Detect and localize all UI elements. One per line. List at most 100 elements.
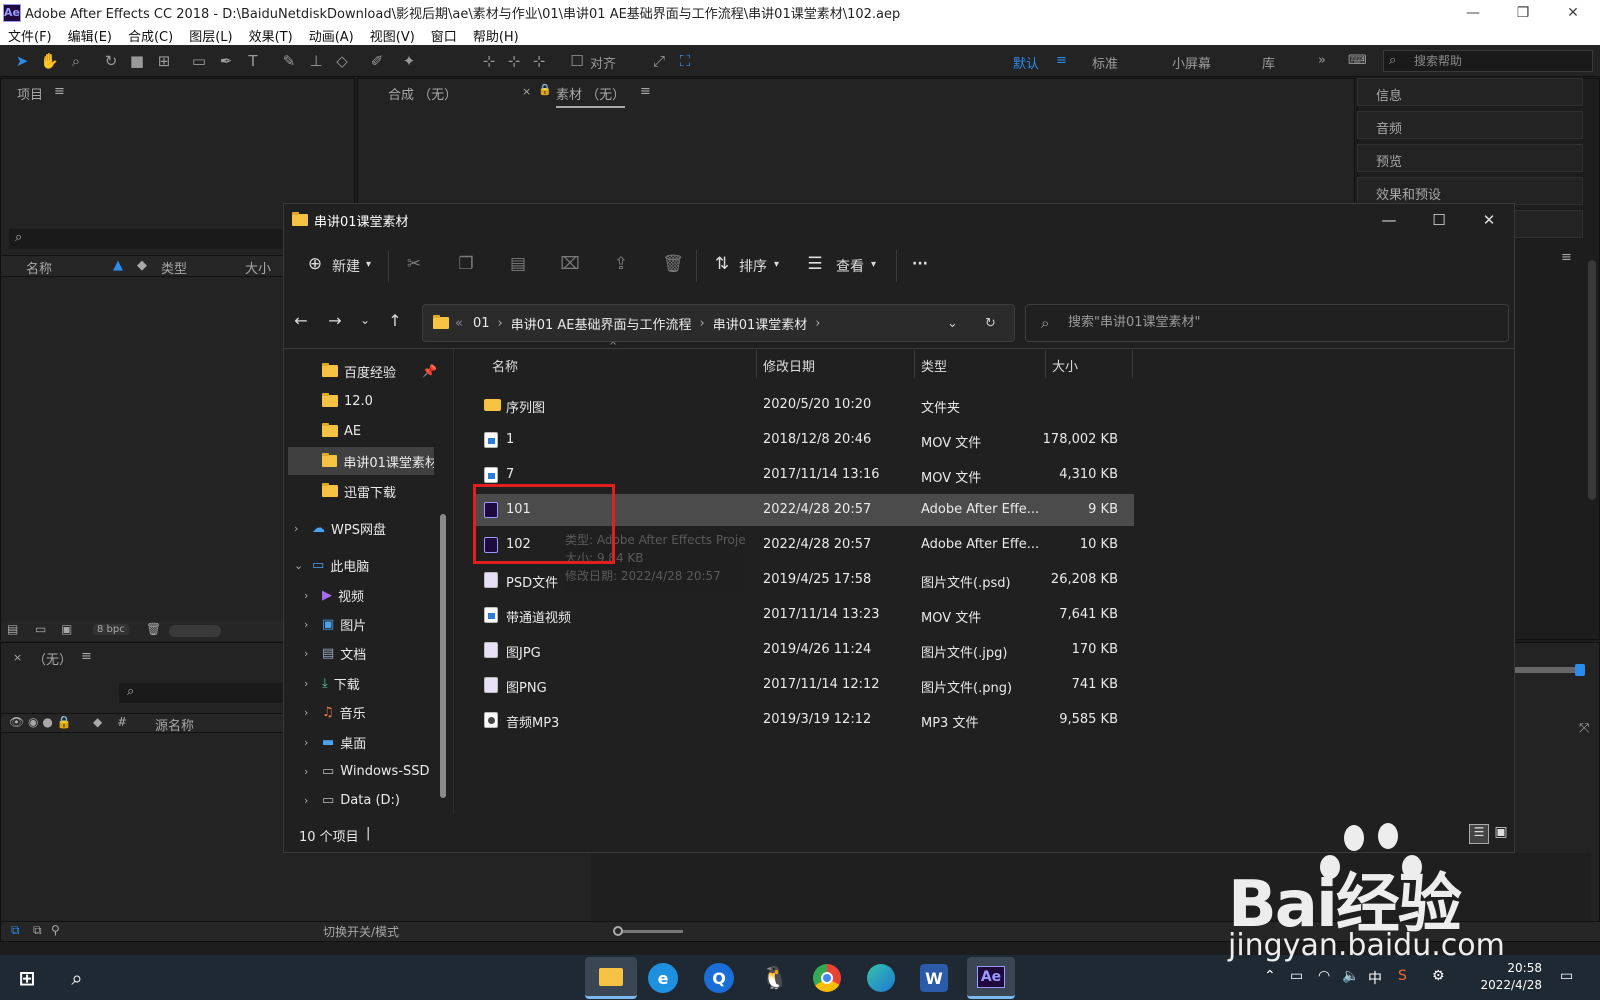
delete-icon[interactable]: 🗑 bbox=[662, 254, 684, 276]
col-separator[interactable] bbox=[1045, 350, 1046, 378]
up-arrow-icon[interactable]: ↑ bbox=[384, 311, 406, 333]
timeline-zoom-slider[interactable] bbox=[1513, 667, 1579, 673]
qq-icon[interactable]: 🐧 bbox=[758, 961, 792, 995]
paste-icon[interactable]: ▤ bbox=[507, 254, 529, 276]
roto-brush-tool-icon[interactable]: ✐ bbox=[368, 52, 386, 70]
browser-e-icon[interactable]: e bbox=[648, 963, 678, 993]
nav-item-ae[interactable]: AE bbox=[284, 417, 444, 445]
view-button[interactable]: 查看 bbox=[836, 256, 864, 276]
settings-gear-icon[interactable]: ⚙ bbox=[1432, 968, 1445, 984]
panel-preview[interactable]: 预览 bbox=[1357, 144, 1583, 172]
col-separator[interactable] bbox=[914, 350, 915, 378]
camera-tool-icon[interactable]: ■ bbox=[128, 52, 146, 70]
app-q-icon[interactable]: Q bbox=[704, 963, 734, 993]
menu-view[interactable]: 视图(V) bbox=[362, 26, 423, 45]
col-separator[interactable] bbox=[756, 350, 757, 378]
pane-divider[interactable] bbox=[453, 349, 454, 814]
more-workspaces-icon[interactable]: » bbox=[1318, 53, 1326, 68]
workspace-standard[interactable]: 标准 bbox=[1092, 53, 1118, 72]
restore-button[interactable]: ❐ bbox=[1498, 0, 1548, 25]
menu-animation[interactable]: 动画(A) bbox=[301, 26, 362, 45]
nav-item-this-pc[interactable]: ⌄ ▭ 此电脑 bbox=[284, 551, 444, 579]
file-explorer-taskbar-icon[interactable] bbox=[585, 957, 637, 999]
wifi-icon[interactable]: ◠ bbox=[1318, 968, 1330, 984]
axis-view-icon[interactable]: ⊹ bbox=[530, 52, 548, 70]
breadcrumb-overflow-icon[interactable]: « bbox=[455, 316, 463, 331]
col-header-name[interactable]: 名称 bbox=[492, 356, 518, 375]
nav-item-downloads[interactable]: › ⤓ 下载 bbox=[284, 669, 444, 697]
chrome-icon[interactable] bbox=[813, 964, 841, 992]
workspace-default[interactable]: 默认 bbox=[1013, 53, 1039, 72]
explorer-maximize-button[interactable]: ☐ bbox=[1414, 204, 1464, 236]
breadcrumb-item[interactable]: 01 bbox=[473, 316, 490, 331]
trash-icon[interactable]: 🗑 bbox=[146, 622, 161, 636]
nav-scrollbar[interactable] bbox=[440, 514, 446, 798]
snap-checkbox[interactable]: ☐ bbox=[568, 52, 586, 70]
taskbar-search-icon[interactable]: ⌕ bbox=[60, 961, 94, 995]
puppet-tool-icon[interactable]: ✦ bbox=[400, 52, 418, 70]
after-effects-taskbar-icon[interactable]: Ae bbox=[967, 957, 1015, 999]
menu-effect[interactable]: 效果(T) bbox=[241, 26, 301, 45]
minimize-button[interactable]: — bbox=[1448, 0, 1498, 25]
clone-stamp-tool-icon[interactable]: ⊥ bbox=[307, 52, 325, 70]
workspace-small-screen[interactable]: 小屏幕 bbox=[1172, 53, 1211, 72]
axis-world-icon[interactable]: ⊹ bbox=[505, 52, 523, 70]
project-search-input[interactable] bbox=[9, 229, 289, 249]
nav-item-pictures[interactable]: › ▣ 图片 bbox=[284, 610, 444, 638]
file-row[interactable]: 音频MP3 2019/3/19 12:12 MP3 文件 9,585 KB bbox=[476, 704, 1134, 736]
menu-edit[interactable]: 编辑(E) bbox=[60, 26, 120, 45]
menu-file[interactable]: 文件(F) bbox=[0, 26, 60, 45]
file-row[interactable]: 图PNG 2017/11/14 12:12 图片文件(.png) 741 KB bbox=[476, 669, 1134, 701]
rotate-tool-icon[interactable]: ↻ bbox=[102, 52, 120, 70]
selection-tool-icon[interactable]: ➤ bbox=[13, 52, 31, 70]
menu-window[interactable]: 窗口 bbox=[423, 26, 465, 45]
brush-tool-icon[interactable]: ✎ bbox=[280, 52, 298, 70]
shape-tool-icon[interactable]: ▭ bbox=[190, 52, 208, 70]
sogou-icon[interactable]: S bbox=[1398, 968, 1407, 984]
menu-help[interactable]: 帮助(H) bbox=[465, 26, 527, 45]
new-folder-icon[interactable]: ▭ bbox=[35, 622, 46, 636]
copy-icon[interactable]: ❐ bbox=[455, 254, 477, 276]
col-header-date[interactable]: 修改日期 bbox=[763, 356, 815, 375]
close-button[interactable]: ✕ bbox=[1548, 0, 1598, 25]
frame-blend-icon[interactable]: ⚲ bbox=[51, 923, 60, 937]
tab-composition[interactable]: 合成 （无） bbox=[388, 84, 457, 103]
interpret-footage-icon[interactable]: ▤ bbox=[7, 622, 18, 636]
layer-switch-icon[interactable]: ⧉ bbox=[33, 923, 42, 938]
axis-local-icon[interactable]: ⊹ bbox=[480, 52, 498, 70]
back-arrow-icon[interactable]: ← bbox=[290, 311, 312, 333]
tab-footage[interactable]: 素材 （无） bbox=[556, 84, 626, 108]
thumbnail-slider[interactable] bbox=[169, 625, 221, 637]
right-panel-menu-icon[interactable]: ≡ bbox=[1561, 250, 1572, 265]
address-dropdown-icon[interactable]: ⌄ bbox=[947, 316, 958, 331]
tray-chevron-icon[interactable]: ⌃ bbox=[1264, 968, 1276, 984]
sort-up-icon[interactable]: ▲ bbox=[113, 258, 123, 273]
right-scrollbar[interactable] bbox=[1588, 260, 1596, 500]
timeline-menu-icon[interactable]: ≡ bbox=[81, 649, 92, 664]
bpc-button[interactable]: 8 bpc bbox=[93, 624, 129, 635]
close-tab-icon[interactable]: × bbox=[522, 85, 531, 98]
lock-icon[interactable]: 🔒 bbox=[538, 83, 552, 96]
nav-item-music[interactable]: › ♫ 音乐 bbox=[284, 698, 444, 726]
timeline-search-input[interactable] bbox=[119, 683, 289, 703]
file-row[interactable]: 带通道视频 2017/11/14 13:23 MOV 文件 7,641 KB bbox=[476, 599, 1134, 631]
time-zoom-slider[interactable] bbox=[617, 930, 683, 933]
recent-chevron-icon[interactable]: ⌄ bbox=[354, 313, 376, 335]
edge-icon[interactable] bbox=[867, 964, 895, 992]
breadcrumb-item[interactable]: 串讲01课堂素材 bbox=[713, 314, 808, 333]
rename-icon[interactable]: ⌧ bbox=[559, 254, 581, 276]
viewer-panel-menu-icon[interactable]: ≡ bbox=[640, 84, 651, 99]
workspace-menu-icon[interactable]: ≡ bbox=[1056, 53, 1067, 68]
nav-item-wps[interactable]: › ☁ WPS网盘 bbox=[284, 514, 444, 542]
col-name[interactable]: 名称 bbox=[26, 258, 52, 277]
nav-item-xunlei[interactable]: 迅雷下载 bbox=[284, 477, 444, 505]
refresh-icon[interactable]: ↻ bbox=[985, 316, 996, 331]
col-size[interactable]: 大小 bbox=[245, 258, 271, 277]
zoom-tool-icon[interactable]: ⌕ bbox=[67, 52, 85, 70]
file-row[interactable]: 1 2018/12/8 20:46 MOV 文件 178,002 KB bbox=[476, 424, 1134, 456]
col-header-type[interactable]: 类型 bbox=[921, 356, 947, 375]
help-search-input[interactable]: 搜索帮助 bbox=[1383, 50, 1593, 72]
snap-target-icon[interactable]: ⛶ bbox=[676, 52, 694, 70]
panel-audio[interactable]: 音频 bbox=[1357, 111, 1583, 139]
word-icon[interactable]: W bbox=[920, 964, 948, 992]
